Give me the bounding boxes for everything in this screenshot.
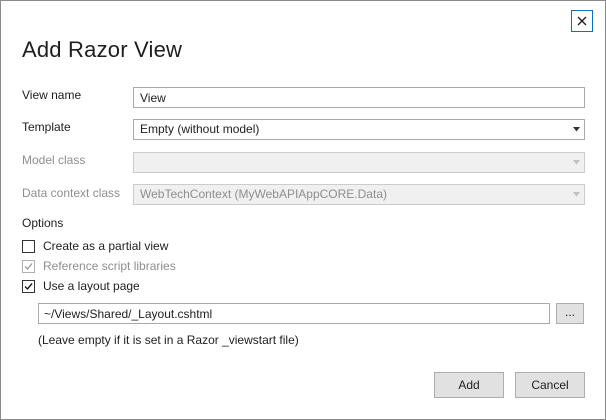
partial-view-checkbox[interactable]	[22, 239, 35, 253]
add-razor-view-dialog: Add Razor View View name Template Empty …	[0, 0, 606, 420]
layout-hint-text: (Leave empty if it is set in a Razor _vi…	[38, 333, 299, 347]
reference-scripts-checkbox	[22, 259, 35, 273]
add-button[interactable]: Add	[434, 372, 504, 398]
data-context-class-label: Data context class	[22, 186, 121, 200]
cancel-button[interactable]: Cancel	[515, 372, 585, 398]
checkmark-icon	[24, 262, 33, 270]
chevron-down-icon	[573, 160, 580, 165]
chevron-down-icon	[573, 127, 580, 132]
view-name-label: View name	[22, 88, 82, 102]
layout-page-option[interactable]: Use a layout page	[22, 278, 140, 294]
layout-page-checkbox[interactable]	[22, 279, 35, 293]
model-class-label: Model class	[22, 153, 86, 167]
reference-scripts-label: Reference script libraries	[43, 259, 176, 273]
layout-page-label: Use a layout page	[43, 279, 140, 293]
template-select[interactable]: Empty (without model)	[133, 119, 585, 140]
chevron-down-icon	[573, 192, 580, 197]
template-label: Template	[22, 120, 71, 134]
close-icon	[577, 16, 587, 26]
partial-view-label: Create as a partial view	[43, 239, 169, 253]
partial-view-option[interactable]: Create as a partial view	[22, 238, 168, 254]
reference-scripts-option: Reference script libraries	[22, 258, 176, 274]
model-class-select	[133, 152, 585, 173]
data-context-class-select-value: WebTechContext (MyWebAPIAppCORE.Data)	[140, 187, 387, 201]
checkmark-icon	[24, 282, 33, 290]
close-button[interactable]	[571, 10, 593, 32]
view-name-input[interactable]	[133, 87, 585, 108]
options-label: Options	[22, 216, 64, 230]
browse-button[interactable]: ...	[556, 303, 584, 324]
dialog-title: Add Razor View	[22, 37, 183, 62]
data-context-class-select: WebTechContext (MyWebAPIAppCORE.Data)	[133, 184, 585, 205]
template-select-value: Empty (without model)	[140, 122, 260, 136]
layout-page-path-input[interactable]	[38, 303, 550, 324]
